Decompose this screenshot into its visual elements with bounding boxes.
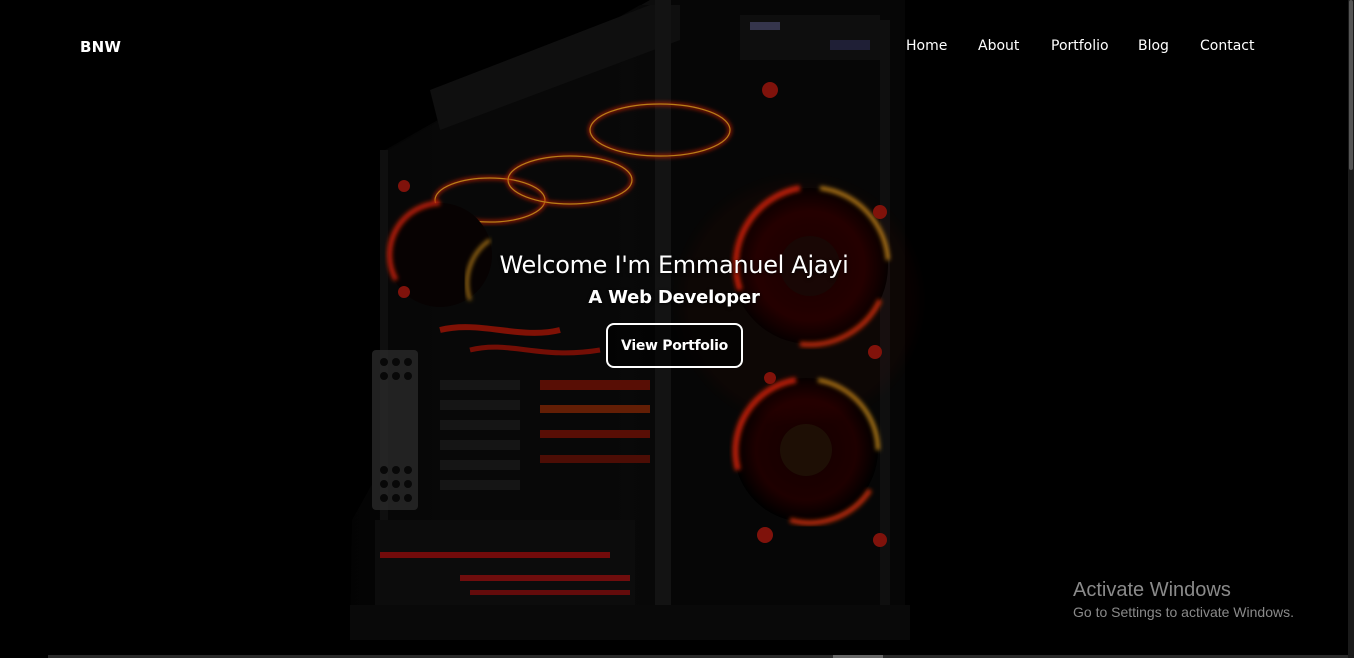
nav-contact[interactable]: Contact [1200,38,1254,54]
vertical-scrollbar-thumb[interactable] [1349,0,1353,170]
activate-windows-title: Activate Windows [1073,579,1231,601]
nav-portfolio[interactable]: Portfolio [1051,38,1109,54]
hero-title: Welcome I'm Emmanuel Ajayi [499,251,849,279]
page: BNW Home About Portfolio Blog Contact We… [0,0,1354,658]
vertical-scrollbar[interactable] [1348,0,1354,658]
view-portfolio-button[interactable]: View Portfolio [606,323,743,368]
brand-logo[interactable]: BNW [80,38,121,56]
nav-home[interactable]: Home [906,38,947,54]
nav-about[interactable]: About [978,38,1019,54]
activate-windows-subtitle: Go to Settings to activate Windows. [1073,604,1294,620]
hero-subtitle: A Web Developer [588,287,760,308]
nav-blog[interactable]: Blog [1138,38,1169,54]
